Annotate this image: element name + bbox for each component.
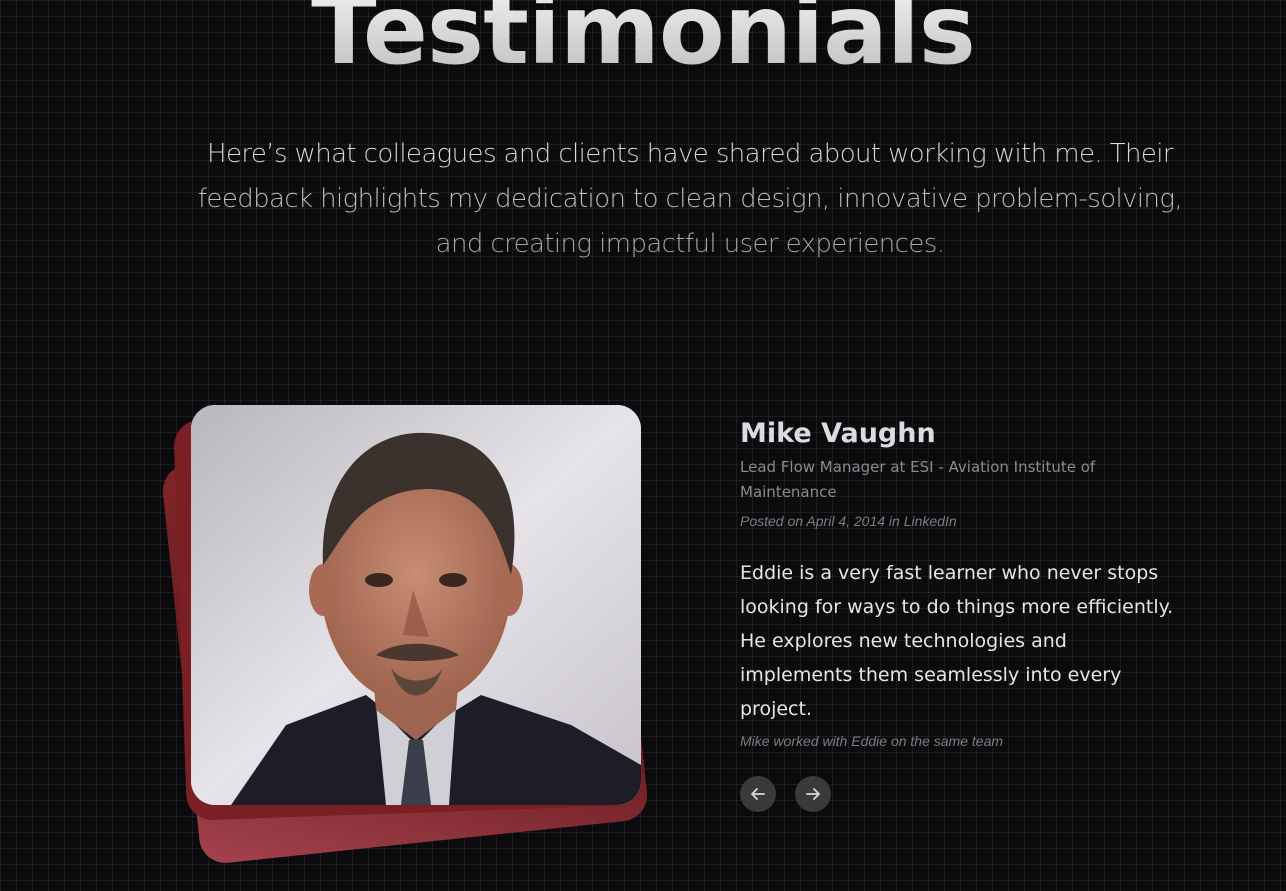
intro-text: Here’s what colleagues and clients have … — [190, 132, 1190, 267]
page-title: Testimonials — [0, 0, 1286, 84]
testimonial-posted-date: Posted on April 4, 2014 in LinkedIn — [740, 513, 957, 529]
testimonial-relation: Mike worked with Eddie on the same team — [740, 733, 1004, 749]
previous-testimonial-button[interactable] — [740, 776, 776, 812]
next-testimonial-button[interactable] — [795, 776, 831, 812]
testimonial-author-role: Lead Flow Manager at ESI - Aviation Inst… — [740, 458, 1096, 501]
arrow-right-icon — [806, 788, 820, 800]
testimonial-quote: Eddie is a very fast learner who never s… — [740, 562, 1174, 720]
arrow-left-icon — [751, 788, 765, 800]
testimonial-photo-stack — [150, 395, 670, 866]
testimonial-author-name: Mike Vaughn — [740, 418, 936, 449]
avatar — [191, 405, 641, 805]
